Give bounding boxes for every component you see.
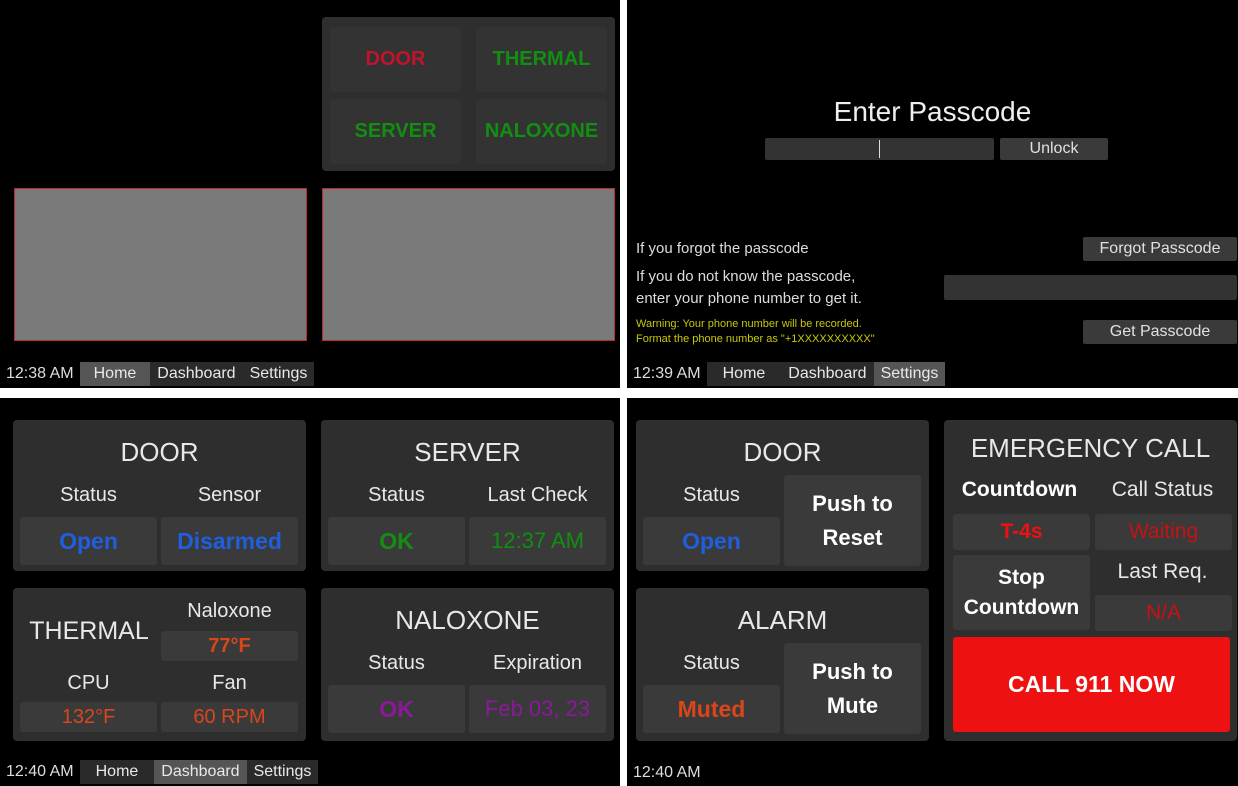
tab-home[interactable]: Home	[79, 362, 151, 386]
tab-home[interactable]: Home	[706, 362, 782, 386]
warning-line2: Format the phone number as "+1XXXXXXXXXX…	[636, 333, 875, 345]
fan-label: Fan	[212, 671, 247, 694]
tab-dashboard[interactable]: Dashboard	[154, 760, 247, 784]
tab-settings[interactable]: Settings	[873, 362, 946, 386]
clock: 12:38 AM	[6, 365, 74, 382]
last-check-value: 12:37 AM	[469, 517, 606, 565]
thermal-panel: THERMAL Naloxone 77°F CPU Fan 132°F 60 R…	[13, 588, 306, 741]
passcode-input[interactable]	[765, 138, 994, 160]
panel-title: DOOR	[743, 436, 822, 467]
expiration-label: Expiration	[493, 651, 582, 674]
server-tile[interactable]: SERVER	[330, 99, 461, 164]
call-status-value: Waiting	[1095, 514, 1232, 550]
sensor-label: Sensor	[197, 483, 262, 506]
camera-view-right	[322, 188, 615, 341]
settings-screen: Enter Passcode Unlock If you forgot the …	[627, 0, 1238, 388]
cpu-label: CPU	[67, 671, 110, 694]
clock: 12:40 AM	[633, 764, 701, 781]
door-status-value: Open	[20, 517, 157, 565]
last-request-label: Last Req.	[1117, 560, 1208, 583]
button-line2: Reset	[822, 524, 883, 550]
forgot-text: If you forgot the passcode	[636, 240, 809, 257]
last-check-label: Last Check	[487, 483, 588, 506]
unknown-text-line2: enter your phone number to get it.	[636, 290, 862, 307]
push-to-mute-button[interactable]: Push to Mute	[784, 643, 921, 734]
unlock-button[interactable]: Unlock	[1000, 138, 1108, 160]
warning-line1: Warning: Your phone number will be recor…	[636, 318, 862, 330]
alarm-panel: ALARM Status Muted Push to Mute	[636, 588, 929, 741]
taskbar: 12:39 AM Home Dashboard Settings	[627, 362, 946, 386]
fan-speed-value: 60 RPM	[161, 702, 298, 732]
button-line1: Push to	[812, 658, 893, 684]
page-title: Enter Passcode	[833, 96, 1032, 127]
status-label: Status	[683, 483, 740, 506]
panel-title: ALARM	[737, 604, 828, 635]
door-panel: DOOR Status Sensor Open Disarmed	[13, 420, 306, 571]
panel-title: THERMAL	[29, 616, 149, 645]
expiration-value: Feb 03, 23	[469, 685, 606, 733]
naloxone-temp-label: Naloxone	[187, 599, 272, 622]
clock: 12:39 AM	[633, 365, 701, 382]
call-status-label: Call Status	[1111, 478, 1214, 501]
thermal-tile[interactable]: THERMAL	[476, 27, 607, 92]
camera-view-left	[14, 188, 307, 341]
taskbar: 12:40 AM Home Dashboard Settings	[0, 760, 319, 784]
naloxone-temp-value: 77°F	[161, 631, 298, 661]
button-line2: Countdown	[963, 595, 1080, 619]
call-911-button[interactable]: CALL 911 NOW	[953, 637, 1230, 732]
taskbar: 12:38 AM Home Dashboard Settings	[0, 362, 315, 386]
tab-dashboard[interactable]: Dashboard	[781, 362, 874, 386]
tab-home[interactable]: Home	[79, 760, 155, 784]
phone-number-input[interactable]	[944, 275, 1237, 300]
dashboard-screen: DOOR Status Sensor Open Disarmed SERVER …	[0, 398, 620, 786]
door-status-value: Open	[643, 517, 780, 565]
naloxone-tile[interactable]: NALOXONE	[476, 99, 607, 164]
countdown-label: Countdown	[961, 478, 1078, 501]
button-line1: Push to	[812, 490, 893, 516]
door-tile[interactable]: DOOR	[330, 27, 461, 92]
tab-settings[interactable]: Settings	[242, 362, 315, 386]
emergency-call-panel: EMERGENCY CALL Countdown Call Status T-4…	[944, 420, 1237, 741]
naloxone-panel: NALOXONE Status Expiration OK Feb 03, 23	[321, 588, 614, 741]
alarm-status-value: Muted	[643, 685, 780, 733]
server-status-value: OK	[328, 517, 465, 565]
button-line1: Stop	[998, 565, 1045, 589]
get-passcode-button[interactable]: Get Passcode	[1083, 320, 1237, 344]
home-screen: DOOR THERMAL SERVER NALOXONE 12:38 AM Ho…	[0, 0, 620, 388]
panel-title: NALOXONE	[395, 604, 540, 635]
tab-dashboard[interactable]: Dashboard	[150, 362, 243, 386]
stop-countdown-button[interactable]: Stop Countdown	[953, 555, 1090, 630]
countdown-value: T-4s	[953, 514, 1090, 550]
status-label: Status	[683, 651, 740, 674]
emergency-screen: DOOR Status Open Push to Reset ALARM Sta…	[627, 398, 1238, 786]
panel-title: DOOR	[120, 436, 199, 467]
text-cursor	[879, 140, 880, 158]
status-label: Status	[368, 483, 425, 506]
status-label: Status	[368, 651, 425, 674]
forgot-passcode-button[interactable]: Forgot Passcode	[1083, 237, 1237, 261]
cpu-temp-value: 132°F	[20, 702, 157, 732]
button-line2: Mute	[826, 692, 879, 718]
door-panel: DOOR Status Open Push to Reset	[636, 420, 929, 571]
panel-title: EMERGENCY CALL	[970, 432, 1211, 463]
panel-title: SERVER	[414, 436, 521, 467]
status-label: Status	[60, 483, 117, 506]
unknown-text-line1: If you do not know the passcode,	[636, 268, 856, 285]
sensor-value[interactable]: Disarmed	[161, 517, 298, 565]
last-request-value: N/A	[1095, 595, 1232, 631]
naloxone-status-value: OK	[328, 685, 465, 733]
push-to-reset-button[interactable]: Push to Reset	[784, 475, 921, 566]
clock: 12:40 AM	[6, 763, 74, 780]
server-panel: SERVER Status Last Check OK 12:37 AM	[321, 420, 614, 571]
tab-settings[interactable]: Settings	[246, 760, 319, 784]
